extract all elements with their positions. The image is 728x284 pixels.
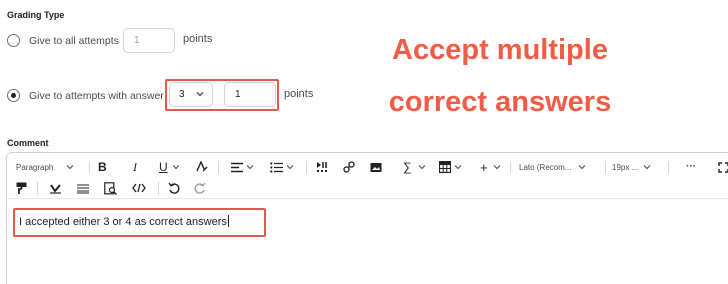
- answer-points-unit: points: [284, 88, 314, 100]
- callout-line-2: correct answers: [388, 86, 612, 118]
- list-icon[interactable]: [270, 160, 294, 174]
- more-options-button[interactable]: ···: [686, 159, 696, 173]
- paragraph-format-select[interactable]: Paragraph: [16, 160, 74, 174]
- font-family-select[interactable]: Lato (Recom...: [519, 160, 586, 174]
- chevron-down-icon: [286, 165, 294, 170]
- toolbar-divider: [158, 182, 159, 195]
- answer-select[interactable]: 3: [169, 82, 213, 107]
- redo-icon[interactable]: [194, 181, 206, 195]
- callout-line-1: Accept multiple: [392, 34, 608, 66]
- all-attempts-points-input[interactable]: 1: [123, 28, 175, 53]
- strikethrough-icon[interactable]: [76, 181, 90, 195]
- italic-button[interactable]: I: [133, 160, 137, 174]
- callout-annotation: Accept multiple correct answers: [350, 34, 650, 118]
- answer-points-input[interactable]: 1: [224, 82, 276, 107]
- highlight-icon[interactable]: [49, 181, 62, 195]
- radio-all-attempts[interactable]: [7, 34, 20, 47]
- undo-icon[interactable]: [168, 181, 180, 195]
- grading-type-title: Grading Type: [7, 10, 65, 20]
- preview-icon[interactable]: [104, 181, 117, 195]
- chevron-down-icon: [418, 165, 425, 170]
- underline-button[interactable]: U: [159, 160, 180, 174]
- chevron-down-icon: [579, 165, 586, 170]
- comment-title: Comment: [7, 138, 49, 148]
- text-style-icon[interactable]: [195, 160, 209, 174]
- chevron-down-icon: [172, 165, 180, 170]
- give-to-all-attempts-option[interactable]: Give to all attempts: [7, 34, 119, 47]
- chevron-down-icon: [196, 92, 204, 97]
- toolbar-divider: [89, 161, 90, 174]
- format-painter-icon[interactable]: [16, 181, 27, 195]
- bold-button[interactable]: B: [98, 160, 107, 174]
- formula-button[interactable]: ∑: [403, 160, 426, 174]
- radio-attempts-with-answer[interactable]: [7, 89, 20, 102]
- give-to-attempts-with-answer-option[interactable]: Give to attempts with answer: [7, 89, 164, 102]
- toolbar-divider: [306, 161, 307, 174]
- toolbar-divider: [668, 161, 669, 174]
- toolbar-divider: [37, 182, 38, 195]
- chevron-down-icon: [454, 165, 462, 170]
- align-icon[interactable]: [231, 160, 254, 174]
- toolbar-divider: [218, 161, 219, 174]
- chevron-down-icon: [643, 165, 651, 170]
- toolbar-divider: [605, 161, 606, 174]
- comment-text[interactable]: I accepted either 3 or 4 as correct answ…: [19, 215, 229, 228]
- give-to-all-attempts-label: Give to all attempts: [29, 34, 119, 47]
- comment-editor[interactable]: Paragraph B I U ∑ + Lato (Recom... 19px …: [6, 152, 728, 284]
- source-code-icon[interactable]: [132, 181, 146, 195]
- fullscreen-icon[interactable]: [718, 160, 728, 174]
- text-caret: [227, 215, 229, 227]
- add-button[interactable]: +: [480, 160, 501, 175]
- link-icon[interactable]: [343, 160, 355, 174]
- insert-stuff-icon[interactable]: [316, 160, 328, 174]
- toolbar-divider: [510, 161, 511, 174]
- chevron-down-icon: [246, 165, 254, 170]
- chevron-down-icon: [493, 165, 500, 170]
- all-attempts-points-unit: points: [183, 33, 213, 45]
- chevron-down-icon: [66, 165, 74, 170]
- editor-toolbar: Paragraph B I U ∑ + Lato (Recom... 19px …: [7, 153, 728, 199]
- font-size-select[interactable]: 19px ...: [612, 160, 651, 174]
- table-icon[interactable]: [439, 160, 462, 174]
- image-icon[interactable]: [370, 160, 382, 174]
- give-to-attempts-with-answer-label: Give to attempts with answer: [29, 89, 164, 102]
